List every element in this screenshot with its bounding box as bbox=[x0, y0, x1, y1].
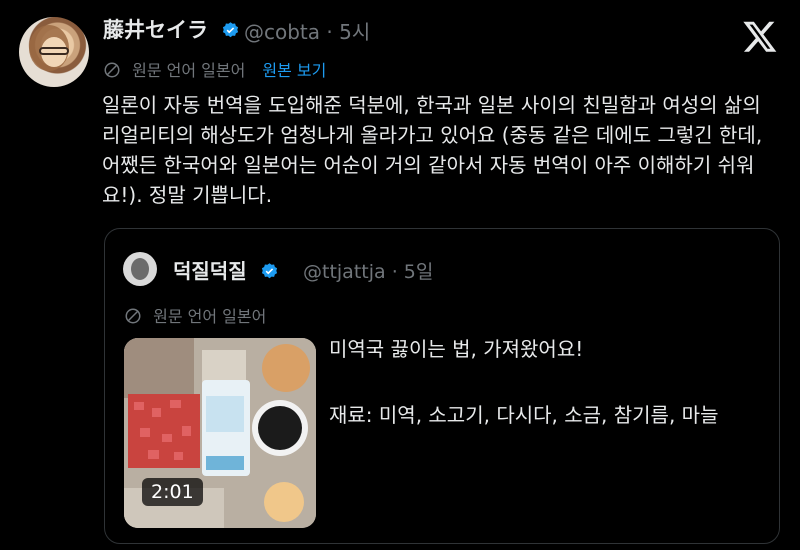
show-original-link[interactable]: 원본 보기 bbox=[262, 61, 326, 80]
quoted-author-name[interactable]: 덕질덕질 bbox=[173, 255, 279, 284]
quoted-time[interactable]: · 5일 bbox=[392, 261, 434, 283]
tweet-text: 일론이 자동 번역을 도입해준 덕분에, 한국과 일본 사이의 친밀함과 여성의… bbox=[102, 93, 763, 207]
author-handle[interactable]: @cobta · 5시 bbox=[244, 16, 370, 45]
quoted-author-avatar[interactable] bbox=[123, 252, 157, 286]
quoted-text-line1: 미역국 끓이는 법, 가져왔어요! bbox=[329, 337, 584, 361]
video-duration-badge: 2:01 bbox=[142, 478, 203, 506]
globe-translate-icon bbox=[125, 308, 141, 324]
quoted-source-language: 원문 언어 일본어 bbox=[153, 307, 267, 326]
tweet-time[interactable]: · 5시 bbox=[326, 20, 370, 44]
translation-info: 원문 언어 일본어 원본 보기 bbox=[103, 57, 326, 81]
quoted-author-handle[interactable]: @ttjattja · 5일 bbox=[303, 257, 433, 284]
x-logo-icon[interactable] bbox=[742, 18, 778, 54]
quoted-translation-info: 원문 언어 일본어 bbox=[124, 303, 266, 327]
verified-badge-icon bbox=[223, 22, 239, 38]
quoted-text-line2: 재료: 미역, 소고기, 다시다, 소금, 참기름, 마늘 bbox=[329, 403, 719, 427]
verified-badge-icon bbox=[261, 263, 277, 279]
source-language-label: 원문 언어 일본어 bbox=[132, 61, 246, 80]
author-name[interactable]: 藤井セイラ bbox=[103, 14, 240, 44]
globe-translate-icon bbox=[104, 62, 120, 78]
author-avatar[interactable] bbox=[19, 17, 89, 87]
